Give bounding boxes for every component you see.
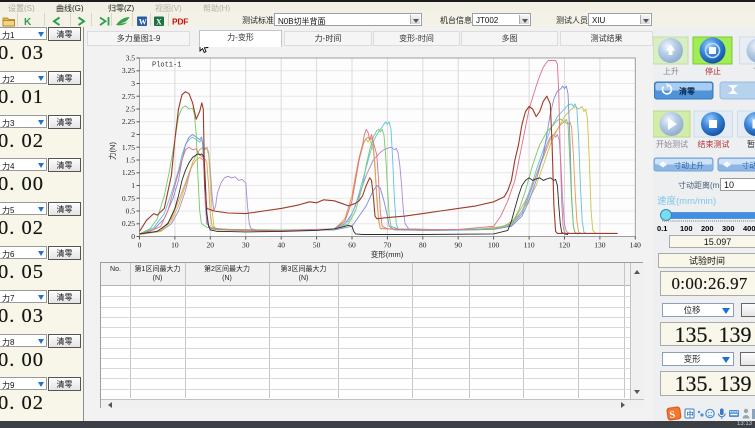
svg-text:K: K bbox=[24, 17, 32, 27]
svg-text:10: 10 bbox=[171, 241, 179, 250]
svg-text:0: 0 bbox=[131, 232, 135, 241]
svg-text:40: 40 bbox=[277, 241, 285, 250]
svg-text:1.75: 1.75 bbox=[122, 143, 135, 152]
svg-text:中: 中 bbox=[687, 410, 694, 419]
svg-text:2: 2 bbox=[131, 130, 135, 139]
svg-text:3: 3 bbox=[131, 79, 135, 88]
svg-text:140: 140 bbox=[630, 241, 642, 250]
svg-text:PDF: PDF bbox=[172, 17, 188, 27]
svg-text:W: W bbox=[139, 17, 147, 26]
svg-text:130: 130 bbox=[594, 241, 606, 250]
svg-text:力(N): 力(N) bbox=[107, 142, 117, 160]
svg-text:2.25: 2.25 bbox=[122, 117, 135, 126]
svg-text:70: 70 bbox=[384, 241, 392, 250]
svg-text:2.75: 2.75 bbox=[122, 92, 135, 101]
svg-text:2.5: 2.5 bbox=[126, 105, 136, 114]
svg-text:寸动下: 寸动下 bbox=[742, 160, 755, 170]
svg-text:50: 50 bbox=[313, 241, 321, 250]
svg-text:0.25: 0.25 bbox=[122, 219, 135, 228]
svg-text:X: X bbox=[156, 17, 162, 26]
svg-text:3.25: 3.25 bbox=[122, 66, 135, 75]
svg-text:1.25: 1.25 bbox=[122, 168, 135, 177]
svg-text:0.75: 0.75 bbox=[122, 194, 135, 203]
svg-text:变形(mm): 变形(mm) bbox=[371, 249, 404, 259]
svg-text:Plot1-1: Plot1-1 bbox=[152, 62, 181, 70]
svg-text:清零: 清零 bbox=[679, 86, 696, 96]
svg-text:0.5: 0.5 bbox=[126, 207, 136, 216]
svg-text:寸动上升: 寸动上升 bbox=[674, 160, 704, 170]
svg-text:20: 20 bbox=[207, 241, 215, 250]
svg-text:90: 90 bbox=[454, 241, 462, 250]
svg-text:3.5: 3.5 bbox=[126, 54, 136, 63]
svg-text:80: 80 bbox=[419, 241, 427, 250]
svg-text:1.5: 1.5 bbox=[126, 156, 136, 165]
svg-text:0: 0 bbox=[138, 241, 142, 250]
svg-text:1: 1 bbox=[131, 181, 135, 190]
svg-text:110: 110 bbox=[524, 241, 535, 250]
svg-text:60: 60 bbox=[348, 241, 356, 250]
svg-text:100: 100 bbox=[488, 241, 500, 250]
svg-text:120: 120 bbox=[559, 241, 571, 250]
svg-text:30: 30 bbox=[242, 241, 250, 250]
